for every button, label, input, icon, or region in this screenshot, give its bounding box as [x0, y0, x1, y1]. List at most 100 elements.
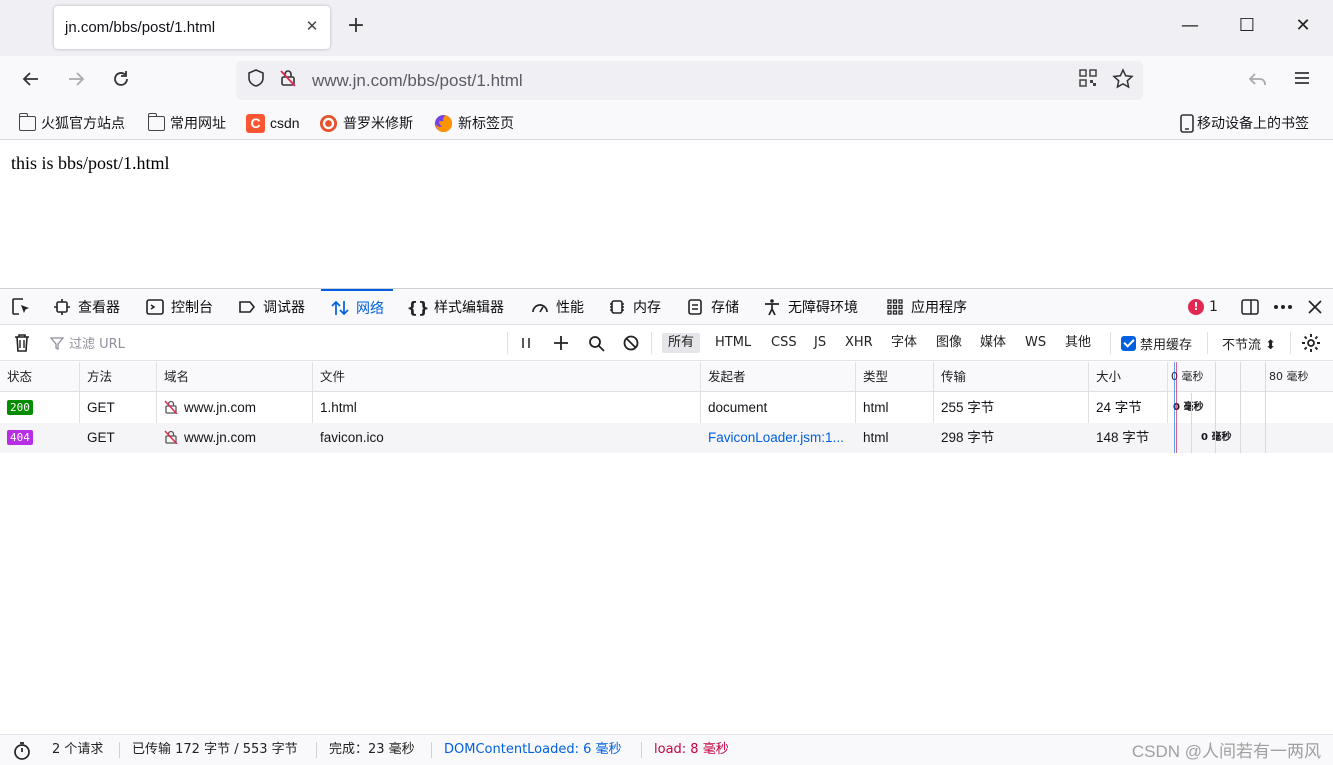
search-button[interactable] — [586, 333, 606, 353]
ellipsis-icon — [1274, 305, 1292, 309]
filter-type-ws[interactable]: WS — [1019, 333, 1052, 353]
pause-button[interactable] — [516, 333, 536, 353]
clear-button[interactable] — [11, 333, 33, 353]
more-options-button[interactable] — [1272, 297, 1294, 317]
dock-toggle-button[interactable] — [1240, 297, 1260, 317]
table-row[interactable]: 200 GET www.jn.com 1.html document html … — [0, 393, 1333, 423]
filter-url-input[interactable]: 过滤 URL — [50, 333, 125, 352]
bookmark-label: 火狐官方站点 — [41, 115, 125, 131]
application-icon — [885, 297, 905, 317]
tab-debugger[interactable]: 调试器 — [237, 289, 305, 325]
divider — [507, 332, 508, 354]
reload-button[interactable] — [108, 68, 134, 94]
maximize-button[interactable]: ☐ — [1235, 14, 1259, 38]
error-count-badge[interactable]: ! 1 — [1188, 297, 1218, 317]
bookmark-star-icon[interactable] — [1111, 68, 1135, 92]
bookmark-csdn[interactable]: C csdn — [246, 112, 300, 134]
column-header-status[interactable]: 状态 — [0, 362, 80, 392]
table-row[interactable]: 404 GET www.jn.com favicon.ico FaviconLo… — [0, 423, 1333, 453]
window-close-button[interactable]: ✕ — [1291, 14, 1315, 38]
devtools-close-button[interactable] — [1306, 297, 1324, 317]
tab-memory[interactable]: 内存 — [607, 289, 661, 325]
tab-inspector[interactable]: 查看器 — [52, 289, 120, 325]
url-text[interactable]: www.jn.com/bbs/post/1.html — [312, 71, 523, 91]
column-header-method[interactable]: 方法 — [80, 362, 157, 392]
domain-text: www.jn.com — [184, 430, 257, 445]
column-header-waterfall[interactable]: 0 毫秒 80 毫秒 — [1168, 362, 1333, 392]
tab-performance[interactable]: 性能 — [530, 289, 584, 325]
column-header-file[interactable]: 文件 — [313, 362, 701, 392]
divider — [651, 332, 652, 354]
performance-icon — [530, 297, 550, 317]
bookmark-label: 新标签页 — [458, 115, 514, 131]
waterfall-gridline — [1240, 362, 1241, 453]
element-picker-button[interactable] — [10, 289, 32, 325]
column-header-type[interactable]: 类型 — [856, 362, 934, 392]
divider — [1110, 332, 1111, 354]
transferred-cell: 298 字节 — [941, 430, 995, 445]
method-cell: GET — [87, 400, 115, 415]
new-request-button[interactable] — [551, 333, 571, 353]
mobile-bookmarks[interactable]: 移动设备上的书签 — [1180, 112, 1309, 134]
block-requests-button[interactable] — [621, 333, 641, 353]
tab-label: 调试器 — [263, 300, 305, 316]
tab-style-editor[interactable]: {} 样式编辑器 — [407, 289, 504, 325]
performance-analysis-button[interactable] — [12, 741, 32, 760]
tab-label: 性能 — [556, 300, 584, 316]
error-count: 1 — [1209, 299, 1218, 315]
tab-application[interactable]: 应用程序 — [885, 289, 967, 325]
status-cell: 200 — [0, 393, 80, 423]
qr-code-icon[interactable] — [1076, 68, 1100, 92]
forward-button[interactable] — [63, 68, 89, 94]
back-button[interactable] — [18, 68, 44, 94]
checkbox-checked-icon — [1121, 335, 1136, 351]
waterfall-gridline — [1265, 362, 1266, 453]
filter-type-css[interactable]: CSS — [765, 333, 803, 353]
settings-button[interactable] — [1300, 333, 1322, 353]
tab-network[interactable]: 网络 — [321, 289, 393, 325]
memory-icon — [607, 297, 627, 317]
url-bar[interactable]: www.jn.com/bbs/post/1.html — [236, 61, 1143, 100]
type-cell: html — [863, 430, 889, 445]
bookmark-prometheus[interactable]: 普罗米修斯 — [319, 112, 413, 134]
initiator-link[interactable]: FaviconLoader.jsm:1... — [701, 423, 856, 453]
block-icon — [623, 335, 639, 351]
filter-type-js[interactable]: JS — [808, 333, 832, 353]
disable-cache-checkbox[interactable]: 禁用缓存 — [1121, 333, 1192, 353]
filter-type-html[interactable]: HTML — [709, 333, 757, 353]
tab-storage[interactable]: 存储 — [685, 289, 739, 325]
tab-label: 网络 — [356, 301, 384, 317]
page-body-text: this is bbs/post/1.html — [11, 153, 170, 173]
column-header-size[interactable]: 大小 — [1089, 362, 1168, 392]
close-icon[interactable]: ✕ — [304, 18, 320, 34]
filter-type-images[interactable]: 图像 — [930, 333, 968, 353]
bookmark-firefox-official[interactable]: 火狐官方站点 — [18, 112, 125, 134]
new-tab-button[interactable]: + — [344, 14, 368, 38]
size-cell: 148 字节 — [1096, 430, 1150, 445]
filter-type-all[interactable]: 所有 — [662, 333, 701, 353]
column-header-domain[interactable]: 域名 — [157, 362, 313, 392]
shield-icon[interactable] — [244, 68, 268, 92]
column-header-initiator[interactable]: 发起者 — [701, 362, 856, 392]
insecure-lock-icon[interactable] — [276, 68, 300, 92]
bookmark-common-sites[interactable]: 常用网址 — [147, 112, 226, 134]
filter-type-media[interactable]: 媒体 — [974, 333, 1012, 353]
menu-button[interactable] — [1289, 68, 1315, 94]
tab-accessibility[interactable]: 无障碍环境 — [762, 289, 858, 325]
initiator-cell: document — [708, 400, 768, 415]
transferred-summary: 已传输 172 字节 / 553 字节 — [132, 742, 298, 757]
filter-type-xhr[interactable]: XHR — [839, 333, 879, 353]
bookmark-new-tab[interactable]: 新标签页 — [434, 112, 514, 134]
filter-type-fonts[interactable]: 字体 — [885, 333, 923, 353]
load-time: load: 8 毫秒 — [654, 742, 729, 757]
throttle-select[interactable]: 不节流 ⬍ — [1222, 333, 1276, 353]
filter-type-other[interactable]: 其他 — [1059, 333, 1097, 353]
browser-tab[interactable]: jn.com/bbs/post/1.html ✕ — [54, 6, 330, 49]
bookmark-label: 普罗米修斯 — [343, 115, 413, 131]
undo-close-tab-button[interactable] — [1245, 68, 1271, 94]
minimize-button[interactable]: — — [1178, 14, 1202, 38]
column-header-transferred[interactable]: 传输 — [934, 362, 1089, 392]
file-cell: favicon.ico — [320, 430, 384, 445]
tab-console[interactable]: 控制台 — [145, 289, 213, 325]
file-cell: 1.html — [320, 400, 357, 415]
